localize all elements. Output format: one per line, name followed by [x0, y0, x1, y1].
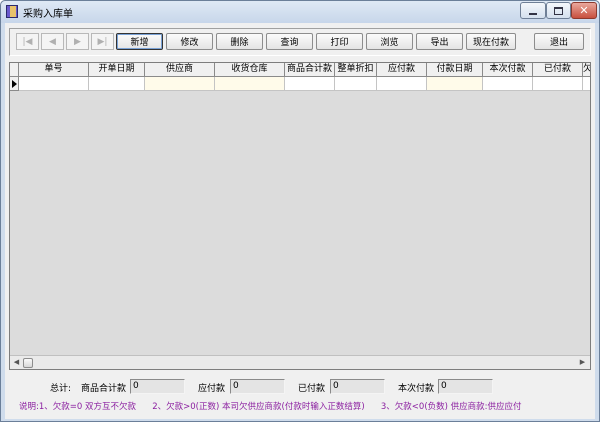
current-row-icon: [12, 80, 17, 88]
delete-button[interactable]: 删除: [216, 33, 263, 50]
table-cell[interactable]: [377, 77, 427, 91]
first-record-button[interactable]: |◀: [16, 33, 39, 50]
goods-total-field: 0: [130, 379, 185, 394]
table-cell[interactable]: [583, 77, 590, 91]
close-icon: ✕: [579, 4, 589, 17]
last-icon: ▶|: [97, 36, 108, 47]
pay-now-button[interactable]: 现在付款: [466, 33, 516, 50]
maximize-button[interactable]: [546, 2, 571, 19]
app-icon: [6, 5, 18, 18]
header-corner: [10, 63, 19, 77]
add-button[interactable]: 新增: [116, 33, 163, 50]
paid-field: 0: [330, 379, 385, 394]
table-cell[interactable]: [89, 77, 145, 91]
column-header[interactable]: 商品合计款: [285, 63, 335, 77]
goods-total-label: 商品合计款: [81, 384, 127, 394]
current-pay-field: 0: [438, 379, 493, 394]
column-header[interactable]: 应付款: [377, 63, 427, 77]
table-cell[interactable]: [427, 77, 483, 91]
column-header[interactable]: 本次付款: [483, 63, 533, 77]
first-icon: |◀: [22, 36, 33, 47]
column-header[interactable]: 付款日期: [427, 63, 483, 77]
column-header[interactable]: 收货仓库: [215, 63, 285, 77]
last-record-button[interactable]: ▶|: [91, 33, 114, 50]
close-button[interactable]: ✕: [571, 2, 597, 19]
paid-label: 已付款: [298, 384, 326, 394]
horizontal-scrollbar[interactable]: ◀ ▶: [10, 355, 590, 369]
prev-record-button[interactable]: ◀: [41, 33, 64, 50]
minimize-icon: [529, 12, 537, 15]
table-cell[interactable]: [533, 77, 583, 91]
title-bar[interactable]: 采购入库单 ✕: [1, 1, 599, 23]
browse-button[interactable]: 浏览: [366, 33, 413, 50]
print-button[interactable]: 打印: [316, 33, 363, 50]
table-cell[interactable]: [483, 77, 533, 91]
column-header[interactable]: 开单日期: [89, 63, 145, 77]
prev-icon: ◀: [49, 36, 56, 47]
column-header[interactable]: 单号: [19, 63, 89, 77]
payable-field: 0: [230, 379, 285, 394]
row-indicator: [10, 77, 19, 91]
edit-button[interactable]: 修改: [166, 33, 213, 50]
note-part-1: 说明:1、欠款=0 双方互不欠款: [19, 402, 137, 412]
totals-label: 总计:: [50, 384, 72, 394]
client-area: |◀ ◀ ▶ ▶| 新增 修改 删除 查询 打印 浏览 导出 现在付款 退出 单…: [5, 23, 595, 419]
maximize-icon: [554, 6, 563, 15]
table-row[interactable]: [10, 77, 590, 91]
minimize-button[interactable]: [520, 2, 546, 19]
column-header[interactable]: 已付款: [533, 63, 583, 77]
scroll-left-icon[interactable]: ◀: [11, 357, 22, 368]
totals-bar: 总计: 商品合计款 0 应付款 0 已付款 0 本次付款 0: [5, 375, 595, 397]
scroll-thumb[interactable]: [23, 358, 33, 368]
scroll-right-icon[interactable]: ▶: [577, 357, 588, 368]
table-cell[interactable]: [285, 77, 335, 91]
column-header[interactable]: 欠款: [583, 63, 590, 77]
table-cell[interactable]: [145, 77, 215, 91]
explanation-note: 说明:1、欠款=0 双方互不欠款 2、欠款>0(正数) 本司欠供应商款(付款时输…: [19, 400, 522, 412]
purchase-grid[interactable]: 单号 开单日期 供应商 收货仓库 商品合计款 整单折扣 应付款 付款日期 本次付…: [9, 62, 591, 370]
note-part-3: 3、欠款<0(负数) 供应商款:供应应付: [380, 402, 522, 412]
window-title: 采购入库单: [23, 9, 73, 20]
exit-button[interactable]: 退出: [534, 33, 584, 50]
column-header[interactable]: 整单折扣: [335, 63, 377, 77]
column-header[interactable]: 供应商: [145, 63, 215, 77]
payable-label: 应付款: [198, 384, 226, 394]
table-cell[interactable]: [215, 77, 285, 91]
query-button[interactable]: 查询: [266, 33, 313, 50]
table-cell[interactable]: [19, 77, 89, 91]
note-part-2: 2、欠款>0(正数) 本司欠供应商款(付款时输入正数结算): [152, 402, 365, 412]
table-cell[interactable]: [335, 77, 377, 91]
grid-header: 单号 开单日期 供应商 收货仓库 商品合计款 整单折扣 应付款 付款日期 本次付…: [10, 63, 590, 77]
main-window: 采购入库单 ✕ |◀ ◀ ▶ ▶| 新增 修改 删除 查询 打印 浏览 导出 现…: [0, 0, 600, 422]
next-icon: ▶: [74, 36, 81, 47]
current-pay-label: 本次付款: [398, 384, 435, 394]
next-record-button[interactable]: ▶: [66, 33, 89, 50]
export-button[interactable]: 导出: [416, 33, 463, 50]
